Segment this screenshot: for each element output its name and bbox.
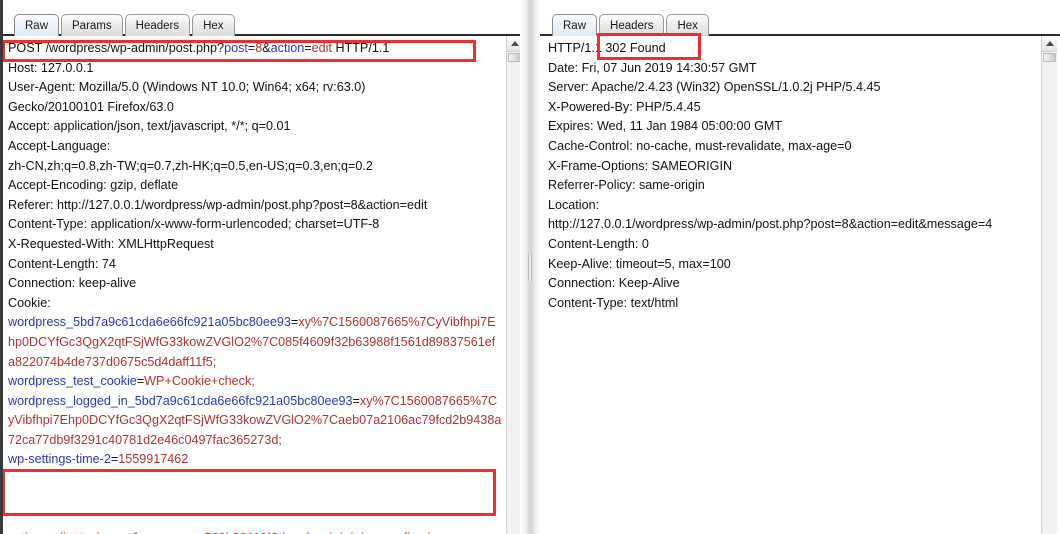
request-header-line: Cookie: <box>8 294 502 314</box>
request-tab-raw[interactable]: Raw <box>14 14 60 36</box>
response-header-line: Cache-Control: no-cache, must-revalidate… <box>548 137 1037 157</box>
response-header-line: Location: <box>548 196 1037 216</box>
request-tab-headers[interactable]: Headers <box>124 14 191 36</box>
request-header-text: Content-Length: 74 <box>8 256 116 271</box>
cookie-name: wordpress_test_cookie <box>8 374 137 389</box>
request-param-value-action: edit <box>311 41 332 55</box>
request-header-text: Gecko/20100101 Firefox/63.0 <box>8 99 174 114</box>
window-left-edge <box>0 0 3 534</box>
request-path: /wordpress/wp-admin/post.php? <box>45 41 225 55</box>
request-cookie-line: wordpress_test_cookie=WP+Cookie+check; <box>8 372 502 392</box>
request-tab-hex[interactable]: Hex <box>192 14 235 36</box>
request-http-version: HTTP/1.1 <box>331 41 390 55</box>
response-message-view[interactable]: HTTP/1.1 302 Found Date: Fri, 07 Jun 2019… <box>543 36 1041 534</box>
response-tab-headers[interactable]: Headers <box>599 14 665 36</box>
cookie-value: WP+Cookie+check; <box>144 374 255 389</box>
request-param-name-action: action <box>270 41 305 55</box>
response-header-text: Content-Type: text/html <box>548 295 679 310</box>
request-message-view[interactable]: POST /wordpress/wp-admin/post.php?post=8… <box>3 36 506 534</box>
response-header-line: X-Frame-Options: SAMEORIGIN <box>548 157 1037 177</box>
request-header-text: Accept: application/json, text/javascrip… <box>8 119 291 134</box>
response-header-line: Date: Fri, 07 Jun 2019 14:30:57 GMT <box>548 59 1037 79</box>
request-cookie-line: wordpress_5bd7a9c61cda6e66fc921a05bc80ee… <box>8 313 502 372</box>
request-header-text: Cookie: <box>8 295 51 310</box>
response-header-text: Date: Fri, 07 Jun 2019 14:30:57 GMT <box>548 60 757 75</box>
cookie-name: wordpress_5bd7a9c61cda6e66fc921a05bc80ee… <box>8 315 291 330</box>
response-header-text: Connection: Keep-Alive <box>548 276 680 291</box>
response-header-line: Keep-Alive: timeout=5, max=100 <box>548 255 1037 275</box>
response-message-text: HTTP/1.1 302 Found Date: Fri, 07 Jun 2019… <box>548 39 1037 313</box>
request-header-text: X-Requested-With: XMLHttpRequest <box>8 236 214 251</box>
request-header-text: Content-Type: application/x-www-form-url… <box>8 217 380 232</box>
request-message-text: POST /wordpress/wp-admin/post.php?post=8… <box>8 39 502 534</box>
request-param-name-post: post <box>224 41 248 55</box>
scroll-up-arrow-icon[interactable] <box>1042 36 1057 52</box>
request-blank-line <box>8 470 502 490</box>
request-method: POST <box>8 41 46 55</box>
response-scrollbar-thumb[interactable] <box>1043 53 1056 62</box>
request-header-line: Host: 127.0.0.1 <box>8 59 502 79</box>
response-header-line: Content-Type: text/html <box>548 294 1037 314</box>
response-header-text: Server: Apache/2.4.23 (Win32) OpenSSL/1.… <box>548 80 881 95</box>
response-header-text: http://127.0.0.1/wordpress/wp-admin/post… <box>548 217 993 232</box>
response-header-text: Expires: Wed, 11 Jan 1984 05:00:00 GMT <box>548 119 783 134</box>
request-tab-bar: Raw Params Headers Hex <box>14 10 235 36</box>
request-param-amp: & <box>262 41 271 55</box>
request-cookie-line: wp-settings-time-2=1559917462 <box>8 450 502 470</box>
request-param-eq: = <box>304 41 312 55</box>
cookie-name: wp-settings-time-2 <box>8 452 111 467</box>
response-header-line: X-Powered-By: PHP/5.4.45 <box>548 98 1037 118</box>
request-header-text: Referer: http://127.0.0.1/wordpress/wp-a… <box>8 197 428 212</box>
response-header-text: X-Frame-Options: SAMEORIGIN <box>548 158 733 173</box>
request-header-text: Accept-Language: <box>8 138 111 153</box>
request-header-text: Connection: keep-alive <box>8 276 137 291</box>
request-header-line: X-Requested-With: XMLHttpRequest <box>8 235 502 255</box>
cookie-name: wordpress_logged_in_5bd7a9c61cda6e66fc92… <box>8 393 353 408</box>
response-header-text: Keep-Alive: timeout=5, max=100 <box>548 256 731 271</box>
request-tab-params[interactable]: Params <box>61 14 123 36</box>
request-blank-line <box>8 509 502 529</box>
response-header-text: Referrer-Policy: same-origin <box>548 178 705 193</box>
response-status-line: HTTP/1.1 302 Found <box>548 39 1037 59</box>
panel-splitter[interactable] <box>520 0 540 534</box>
request-header-line: zh-CN,zh;q=0.8,zh-TW;q=0.7,zh-HK;q=0.5,e… <box>8 157 502 177</box>
request-header-line: Accept-Encoding: gzip, deflate <box>8 176 502 196</box>
request-header-line: Gecko/20100101 Firefox/63.0 <box>8 98 502 118</box>
response-header-text: Cache-Control: no-cache, must-revalidate… <box>548 138 852 153</box>
splitter-grip[interactable] <box>528 253 532 281</box>
response-scrollbar[interactable] <box>1041 36 1057 534</box>
response-header-text: Content-Length: 0 <box>548 236 649 251</box>
response-tab-hex[interactable]: Hex <box>666 14 709 36</box>
burp-repeater-window: Request Raw Params Headers Hex POST /wor… <box>0 0 1060 534</box>
response-tab-bar: Raw Headers Hex <box>552 10 709 36</box>
request-line: POST /wordpress/wp-admin/post.php?post=8… <box>8 39 502 59</box>
request-header-line: Content-Type: application/x-www-form-url… <box>8 215 502 235</box>
request-header-line: Connection: keep-alive <box>8 274 502 294</box>
request-header-line: Referer: http://127.0.0.1/wordpress/wp-a… <box>8 196 502 216</box>
response-header-line: Referrer-Policy: same-origin <box>548 176 1037 196</box>
response-header-text: X-Powered-By: PHP/5.4.45 <box>548 99 701 114</box>
request-header-line: Accept: application/json, text/javascrip… <box>8 117 502 137</box>
response-header-line: http://127.0.0.1/wordpress/wp-admin/post… <box>548 215 1037 235</box>
response-status-text: HTTP/1.1 302 Found <box>548 41 666 55</box>
request-header-text: Accept-Encoding: gzip, deflate <box>8 178 179 193</box>
request-header-text: User-Agent: Mozilla/5.0 (Windows NT 10.0… <box>8 80 366 95</box>
cookie-value: 1559917462 <box>118 452 189 467</box>
request-header-line: Accept-Language: <box>8 137 502 157</box>
request-header-line: User-Agent: Mozilla/5.0 (Windows NT 10.0… <box>8 78 502 98</box>
request-header-text: Host: 127.0.0.1 <box>8 60 94 75</box>
request-blank-line <box>8 490 502 510</box>
response-header-text: Location: <box>548 197 600 212</box>
cookie-eq: = <box>352 393 360 408</box>
request-header-line: Content-Length: 74 <box>8 255 502 275</box>
response-header-line: Connection: Keep-Alive <box>548 274 1037 294</box>
request-body-line: action=editattachment&_wpnonce=569b30116… <box>8 529 502 534</box>
response-header-line: Content-Length: 0 <box>548 235 1037 255</box>
request-header-text: zh-CN,zh;q=0.8,zh-TW;q=0.7,zh-HK;q=0.5,e… <box>8 158 373 173</box>
response-header-line: Server: Apache/2.4.23 (Win32) OpenSSL/1.… <box>548 78 1037 98</box>
response-header-line: Expires: Wed, 11 Jan 1984 05:00:00 GMT <box>548 117 1037 137</box>
response-tab-raw[interactable]: Raw <box>552 14 598 36</box>
request-cookie-line: wordpress_logged_in_5bd7a9c61cda6e66fc92… <box>8 392 502 451</box>
